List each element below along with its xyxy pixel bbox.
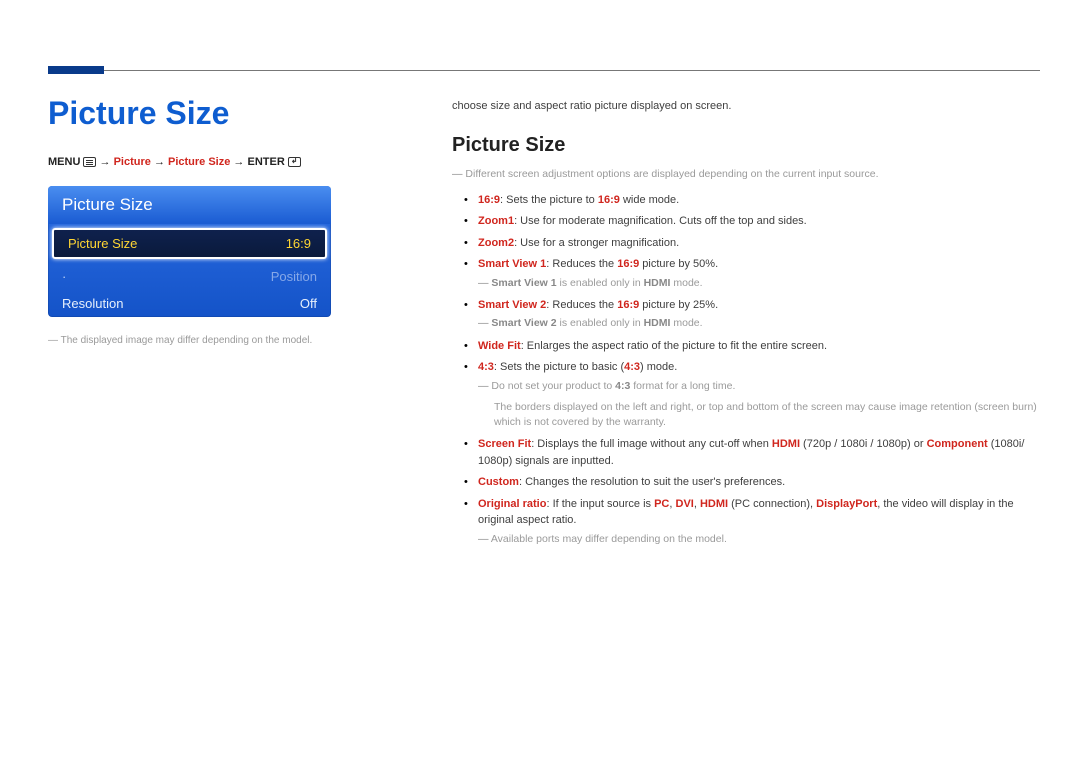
- section-accent: [48, 66, 104, 74]
- tv-menu-row-label: Resolution: [62, 296, 123, 311]
- breadcrumb-menu: MENU: [48, 156, 80, 168]
- option-smart-view-1-note: Smart View 1 is enabled only in HDMI mod…: [478, 276, 1040, 291]
- option-custom: Custom: Changes the resolution to suit t…: [478, 474, 1040, 491]
- intro-text: choose size and aspect ratio picture dis…: [452, 100, 1040, 112]
- option-4-3-note2: The borders displayed on the left and ri…: [478, 400, 1040, 430]
- tv-menu: Picture Size Picture Size 16:9 · Positio…: [48, 186, 331, 317]
- option-screen-fit: Screen Fit: Displays the full image with…: [478, 436, 1040, 469]
- page-title: Picture Size: [48, 95, 368, 132]
- right-column: choose size and aspect ratio picture dis…: [452, 100, 1040, 553]
- tv-menu-row-label: Position: [271, 269, 317, 284]
- dot-icon: ·: [62, 269, 66, 284]
- tv-menu-header: Picture Size: [48, 186, 331, 224]
- tv-menu-row-value: 16:9: [286, 236, 311, 251]
- section-heading: Picture Size: [452, 134, 1040, 157]
- option-original-ratio-note: Available ports may differ depending on …: [478, 532, 1040, 547]
- tv-menu-row-value: Off: [300, 296, 317, 311]
- breadcrumb-arrow: →: [154, 156, 168, 168]
- left-column: Picture Size MENU → Picture → Picture Si…: [48, 95, 368, 346]
- breadcrumb-arrow: →: [100, 156, 114, 168]
- option-smart-view-2-note: Smart View 2 is enabled only in HDMI mod…: [478, 316, 1040, 331]
- tv-menu-row-resolution[interactable]: Resolution Off: [48, 290, 331, 317]
- breadcrumb: MENU → Picture → Picture Size → ENTER: [48, 156, 368, 168]
- breadcrumb-picture: Picture: [114, 156, 151, 168]
- option-4-3: 4:3: Sets the picture to basic (4:3) mod…: [478, 359, 1040, 430]
- breadcrumb-picture-size: Picture Size: [168, 156, 230, 168]
- option-zoom2: Zoom2: Use for a stronger magnification.: [478, 235, 1040, 252]
- option-4-3-note1: Do not set your product to 4:3 format fo…: [478, 379, 1040, 394]
- input-source-note: Different screen adjustment options are …: [452, 167, 1040, 182]
- option-16-9: 16:9: Sets the picture to 16:9 wide mode…: [478, 192, 1040, 209]
- option-wide-fit: Wide Fit: Enlarges the aspect ratio of t…: [478, 338, 1040, 355]
- tv-menu-row-position[interactable]: · Position: [48, 263, 331, 290]
- option-original-ratio: Original ratio: If the input source is P…: [478, 496, 1040, 547]
- option-zoom1: Zoom1: Use for moderate magnification. C…: [478, 213, 1040, 230]
- tv-menu-row-picture-size[interactable]: Picture Size 16:9: [52, 228, 327, 259]
- menu-note: The displayed image may differ depending…: [48, 335, 368, 346]
- option-smart-view-1: Smart View 1: Reduces the 16:9 picture b…: [478, 256, 1040, 291]
- enter-icon: [288, 157, 301, 167]
- tv-menu-row-label: Picture Size: [68, 236, 137, 251]
- top-rule: [48, 70, 1040, 71]
- options-list: 16:9: Sets the picture to 16:9 wide mode…: [478, 192, 1040, 547]
- option-smart-view-2: Smart View 2: Reduces the 16:9 picture b…: [478, 297, 1040, 332]
- menu-icon: [83, 157, 96, 167]
- breadcrumb-enter: ENTER: [247, 156, 284, 168]
- breadcrumb-arrow: →: [233, 156, 247, 168]
